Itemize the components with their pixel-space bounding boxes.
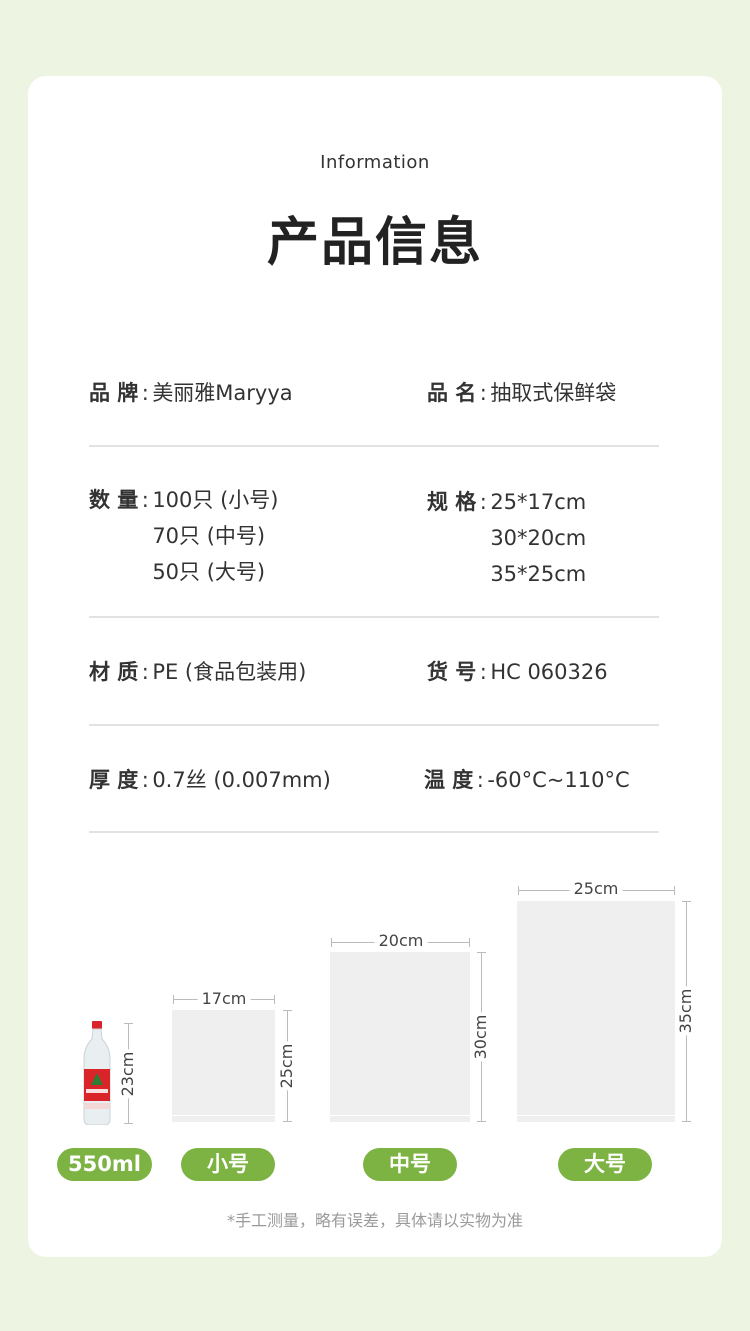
tag-small: 小号	[181, 1148, 275, 1181]
spec-value: -60°C~110°C	[487, 768, 630, 792]
medium-height-label: 30cm	[471, 1012, 490, 1062]
spec-colon: :	[141, 488, 149, 512]
small-height-label: 25cm	[277, 1041, 296, 1091]
spec-label: 品 牌	[89, 381, 139, 405]
large-width-label: 25cm	[569, 880, 623, 898]
spec-colon: :	[141, 768, 149, 792]
spec-thickness: 厚 度 : 0.7丝 (0.007mm)	[89, 762, 331, 798]
spec-label: 厚 度	[89, 768, 139, 792]
measurement-note: *手工测量，略有误差，具体请以实物为准	[226, 1211, 523, 1230]
tag-large: 大号	[558, 1148, 652, 1181]
divider	[89, 831, 659, 833]
spec-colon: :	[476, 768, 484, 792]
spec-colon: :	[141, 381, 149, 405]
spec-name: 品 名 : 抽取式保鲜袋	[427, 375, 616, 411]
spec-colon: :	[479, 381, 487, 405]
tag-medium: 中号	[363, 1148, 457, 1181]
water-bottle-icon	[83, 1021, 111, 1125]
spec-value: 美丽雅Maryya	[152, 381, 293, 405]
divider	[89, 616, 659, 618]
large-height-label: 35cm	[676, 986, 695, 1036]
bag-small	[172, 1010, 275, 1122]
spec-brand: 品 牌 : 美丽雅Maryya	[89, 375, 293, 411]
spec-colon: :	[479, 490, 487, 514]
spec-value: 50只 (大号)	[152, 560, 266, 584]
spec-value: 抽取式保鲜袋	[490, 381, 617, 405]
medium-width-label: 20cm	[374, 932, 428, 950]
spec-colon: :	[479, 660, 487, 684]
tag-550ml: 550ml	[57, 1148, 152, 1181]
spec-value: 30*20cm	[490, 526, 587, 550]
spec-temperature: 温 度 : -60°C~110°C	[424, 762, 630, 798]
spec-material: 材 质 : PE (食品包装用)	[89, 654, 306, 690]
spec-value: 0.7丝 (0.007mm)	[152, 768, 331, 792]
page-title: 产品信息	[266, 213, 483, 273]
spec-value: 35*25cm	[490, 562, 587, 586]
divider	[89, 445, 659, 447]
spec-item-no: 货 号 : HC 060326	[427, 654, 608, 690]
spec-quantity: 数 量 : 100只 (小号) 70只 (中号) 50只 (大号)	[89, 482, 278, 590]
spec-value: 100只 (小号)	[152, 488, 279, 512]
spec-label: 货 号	[427, 660, 477, 684]
spec-value: 25*17cm	[490, 490, 587, 514]
spec-colon: :	[141, 660, 149, 684]
small-width-label: 17cm	[197, 990, 251, 1008]
spec-value: PE (食品包装用)	[152, 660, 307, 684]
spec-label: 数 量	[89, 488, 139, 512]
spec-label: 品 名	[427, 381, 477, 405]
bag-large	[517, 901, 675, 1122]
spec-size: 规 格 : 25*17cm 30*20cm 35*25cm	[427, 484, 586, 592]
bag-medium	[330, 952, 470, 1122]
divider	[89, 724, 659, 726]
spec-value: HC 060326	[490, 660, 608, 684]
spec-label: 规 格	[427, 490, 477, 514]
spec-label: 温 度	[424, 768, 474, 792]
bottle-height-label: 23cm	[118, 1049, 137, 1099]
spec-label: 材 质	[89, 660, 139, 684]
spec-value: 70只 (中号)	[152, 524, 266, 548]
eyebrow-text: Information	[320, 152, 430, 173]
